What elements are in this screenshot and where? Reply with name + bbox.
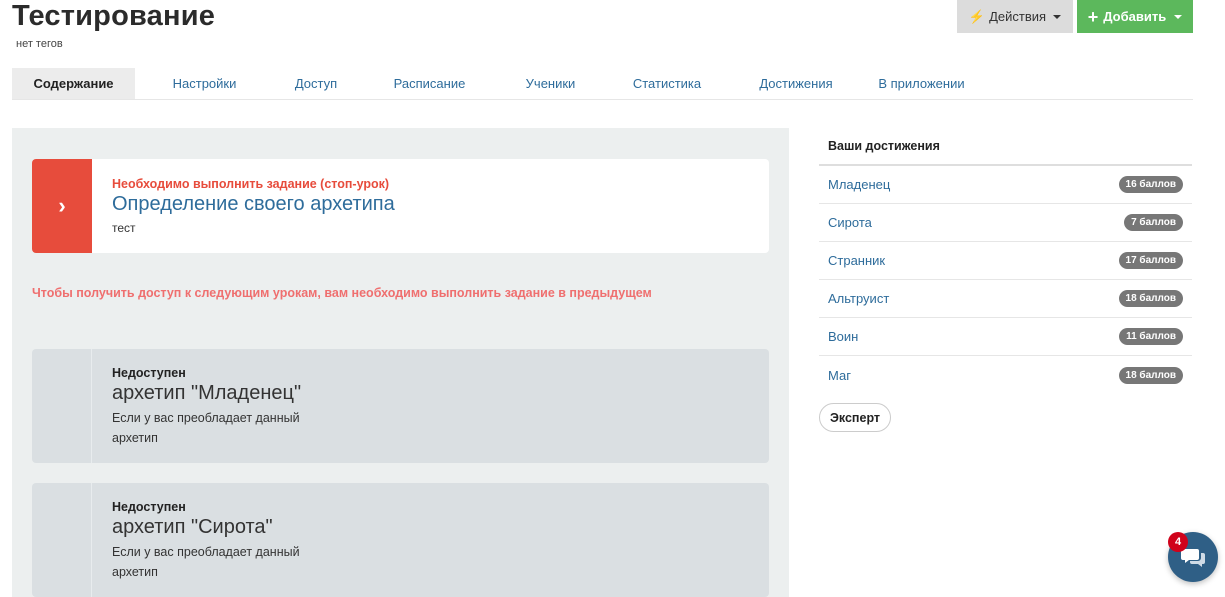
tab-settings[interactable]: Настройки [135, 68, 274, 99]
points-badge: 18 баллов [1118, 290, 1183, 307]
achievements-header: Ваши достижения [819, 128, 1192, 166]
stop-lesson-card[interactable]: › Необходимо выполнить задание (стоп-уро… [32, 159, 769, 253]
lesson-title: архетип "Младенец" [112, 382, 302, 404]
points-badge: 17 баллов [1118, 252, 1183, 269]
tab-bar: Содержание Настройки Доступ Расписание У… [12, 68, 1193, 100]
tags-label: нет тегов [16, 38, 63, 50]
achievement-name[interactable]: Маг [828, 368, 851, 383]
lesson-divider [91, 483, 92, 597]
tab-in-app[interactable]: В приложении [858, 68, 985, 99]
achievement-row: Сирота 7 баллов [819, 204, 1192, 242]
expert-button[interactable]: Эксперт [819, 403, 892, 432]
tab-schedule[interactable]: Расписание [358, 68, 501, 99]
tab-students[interactable]: Ученики [501, 68, 600, 99]
achievement-row: Альтруист 18 баллов [819, 280, 1192, 318]
stop-lesson-title[interactable]: Определение своего архетипа [112, 193, 395, 216]
achievement-row: Странник 17 баллов [819, 242, 1192, 280]
points-badge: 7 баллов [1124, 214, 1183, 231]
chat-unread-badge: 4 [1168, 532, 1188, 552]
caret-down-icon [1053, 14, 1062, 19]
achievement-name[interactable]: Воин [828, 329, 858, 344]
actions-label: Действия [989, 9, 1047, 24]
stop-lesson-label: Необходимо выполнить задание (стоп-урок) [112, 177, 390, 191]
lesson-card: Недоступен архетип "Младенец" Если у вас… [32, 349, 769, 463]
actions-dropdown-button[interactable]: ⚡ Действия [957, 0, 1073, 33]
achievement-name[interactable]: Странник [828, 253, 885, 268]
achievement-name[interactable]: Младенец [828, 177, 890, 192]
tab-achievements[interactable]: Достижения [734, 68, 858, 99]
lesson-description: Если у вас преобладает данный архетип [112, 411, 300, 445]
points-badge: 18 баллов [1118, 366, 1183, 384]
achievement-name[interactable]: Альтруист [828, 291, 889, 306]
tab-access[interactable]: Доступ [274, 68, 358, 99]
achievement-row: Маг 18 баллов [819, 356, 1192, 394]
lesson-description: Если у вас преобладает данный архетип [112, 545, 300, 579]
achievement-name[interactable]: Сирота [828, 215, 872, 230]
tab-statistics[interactable]: Статистика [600, 68, 734, 99]
tab-content[interactable]: Содержание [12, 68, 135, 99]
add-dropdown-button[interactable]: + Добавить [1077, 0, 1193, 33]
achievement-row: Воин 11 баллов [819, 318, 1192, 356]
lesson-status: Недоступен [112, 366, 186, 380]
points-badge: 16 баллов [1118, 176, 1183, 193]
lesson-divider [91, 349, 92, 463]
lesson-list-panel: › Необходимо выполнить задание (стоп-уро… [12, 128, 789, 597]
lesson-title: архетип "Сирота" [112, 516, 273, 538]
add-label: Добавить [1103, 9, 1167, 24]
achievement-row: Младенец 16 баллов [819, 166, 1192, 204]
page-title: Тестирование [12, 0, 216, 32]
chevron-right-icon[interactable]: › [32, 159, 92, 253]
access-warning: Чтобы получить доступ к следующим урокам… [32, 286, 652, 300]
stop-lesson-subtitle: тест [112, 221, 136, 235]
plus-icon: + [1087, 6, 1099, 27]
bolt-icon: ⚡ [968, 8, 986, 24]
caret-down-icon [1174, 14, 1183, 19]
lesson-status: Недоступен [112, 500, 186, 514]
points-badge: 11 баллов [1119, 328, 1183, 345]
achievements-sidebar: Ваши достижения Младенец 16 баллов Сирот… [819, 128, 1192, 432]
lesson-card: Недоступен архетип "Сирота" Если у вас п… [32, 483, 769, 597]
